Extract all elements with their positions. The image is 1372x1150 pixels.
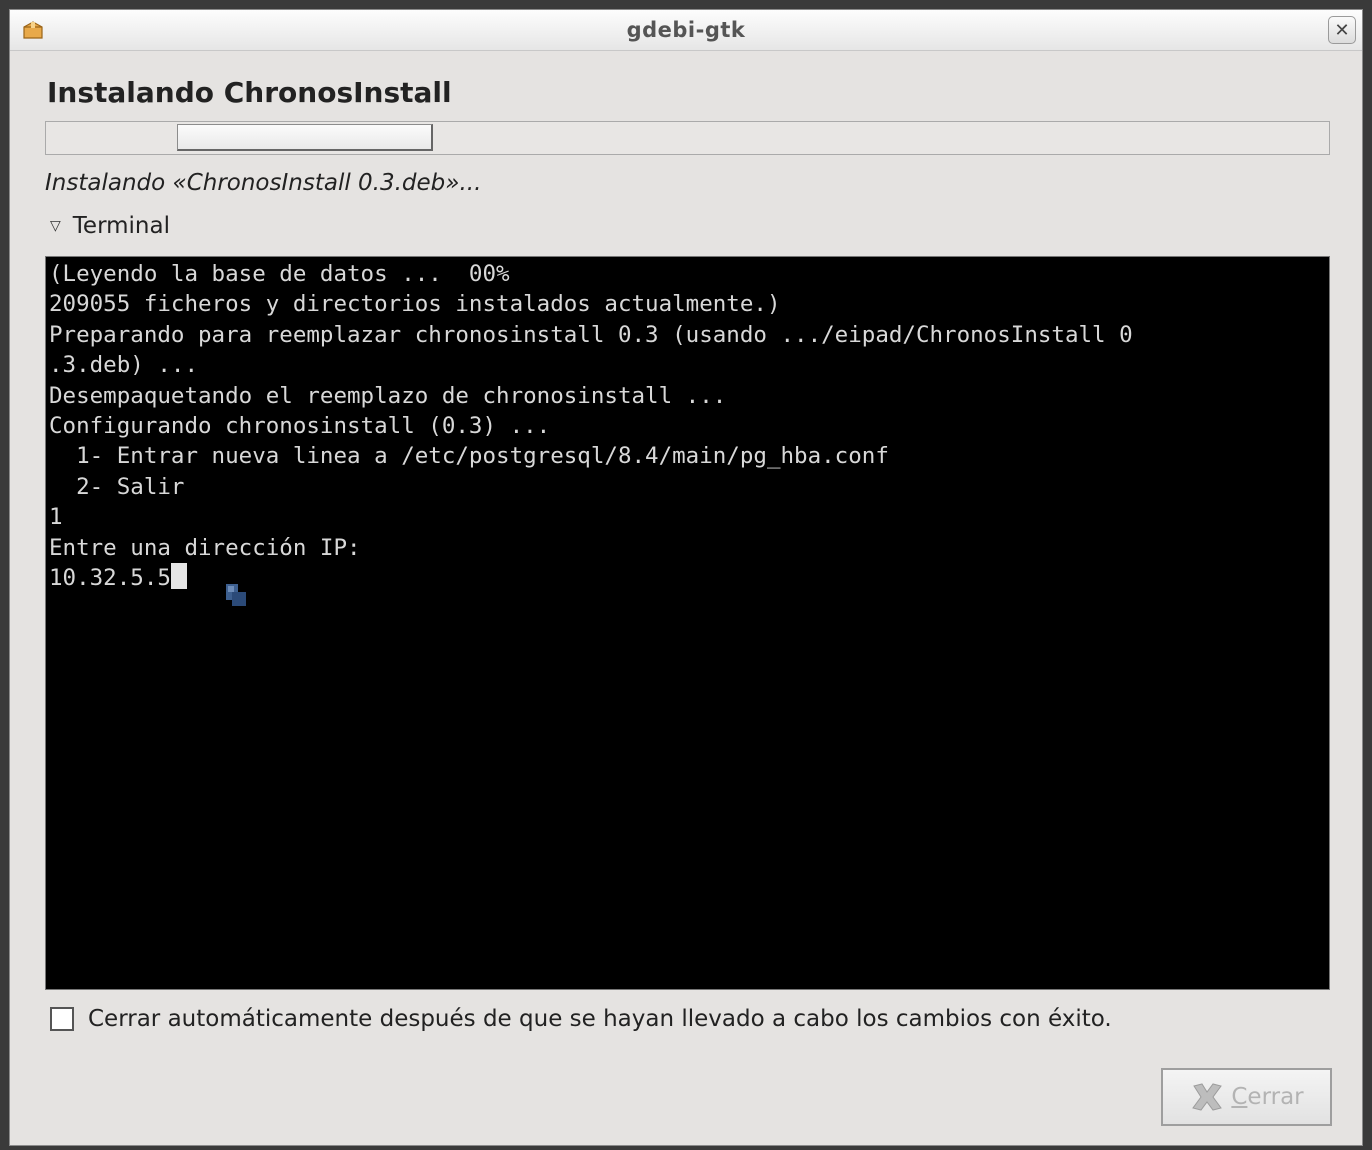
terminal-line: Desempaquetando el reemplazo de chronosi… bbox=[49, 382, 727, 409]
window-title: gdebi-gtk bbox=[626, 18, 746, 42]
progress-pulse bbox=[177, 124, 433, 151]
progress-bar bbox=[45, 121, 1330, 155]
close-x-icon bbox=[1192, 1083, 1223, 1111]
mouse-pointer-icon bbox=[226, 584, 246, 606]
terminal-view[interactable]: (Leyendo la base de datos ... 00% 209055… bbox=[45, 256, 1330, 990]
close-button[interactable]: Cerrar bbox=[1161, 1068, 1332, 1126]
terminal-expander[interactable]: ▽ Terminal bbox=[50, 213, 170, 239]
auto-close-label: Cerrar automáticamente después de que se… bbox=[88, 1006, 1112, 1032]
status-text: Instalando «ChronosInstall 0.3.deb»... bbox=[45, 170, 482, 196]
terminal-line: 1 bbox=[49, 504, 63, 531]
page-title: Instalando ChronosInstall bbox=[47, 76, 452, 109]
terminal-line: (Leyendo la base de datos ... 00% bbox=[49, 261, 510, 287]
terminal-line: 209055 ficheros y directorios instalados… bbox=[49, 291, 781, 318]
terminal-cursor bbox=[170, 562, 187, 589]
terminal-line: 1- Entrar nueva linea a /etc/postgresql/… bbox=[49, 443, 889, 470]
terminal-line: Configurando chronosinstall (0.3) ... bbox=[49, 412, 551, 439]
terminal-line: Entre una dirección IP: bbox=[49, 534, 361, 561]
title-bar[interactable]: gdebi-gtk ✕ bbox=[10, 10, 1362, 51]
close-button-label: Cerrar bbox=[1231, 1084, 1304, 1110]
expander-label: Terminal bbox=[72, 213, 170, 239]
terminal-line: Preparando para reemplazar chronosinstal… bbox=[49, 321, 1133, 348]
expander-triangle-icon: ▽ bbox=[50, 218, 61, 234]
terminal-line: 2- Salir bbox=[49, 473, 185, 500]
auto-close-option[interactable]: Cerrar automáticamente después de que se… bbox=[50, 1006, 1112, 1032]
terminal-input-text: 10.32.5.5 bbox=[49, 564, 171, 591]
terminal-line: .3.deb) ... bbox=[49, 352, 199, 379]
gdebi-window: gdebi-gtk ✕ Instalando ChronosInstall In… bbox=[9, 9, 1363, 1146]
auto-close-checkbox[interactable] bbox=[50, 1007, 74, 1031]
close-icon: ✕ bbox=[1334, 19, 1350, 41]
window-close-button[interactable]: ✕ bbox=[1328, 16, 1356, 44]
